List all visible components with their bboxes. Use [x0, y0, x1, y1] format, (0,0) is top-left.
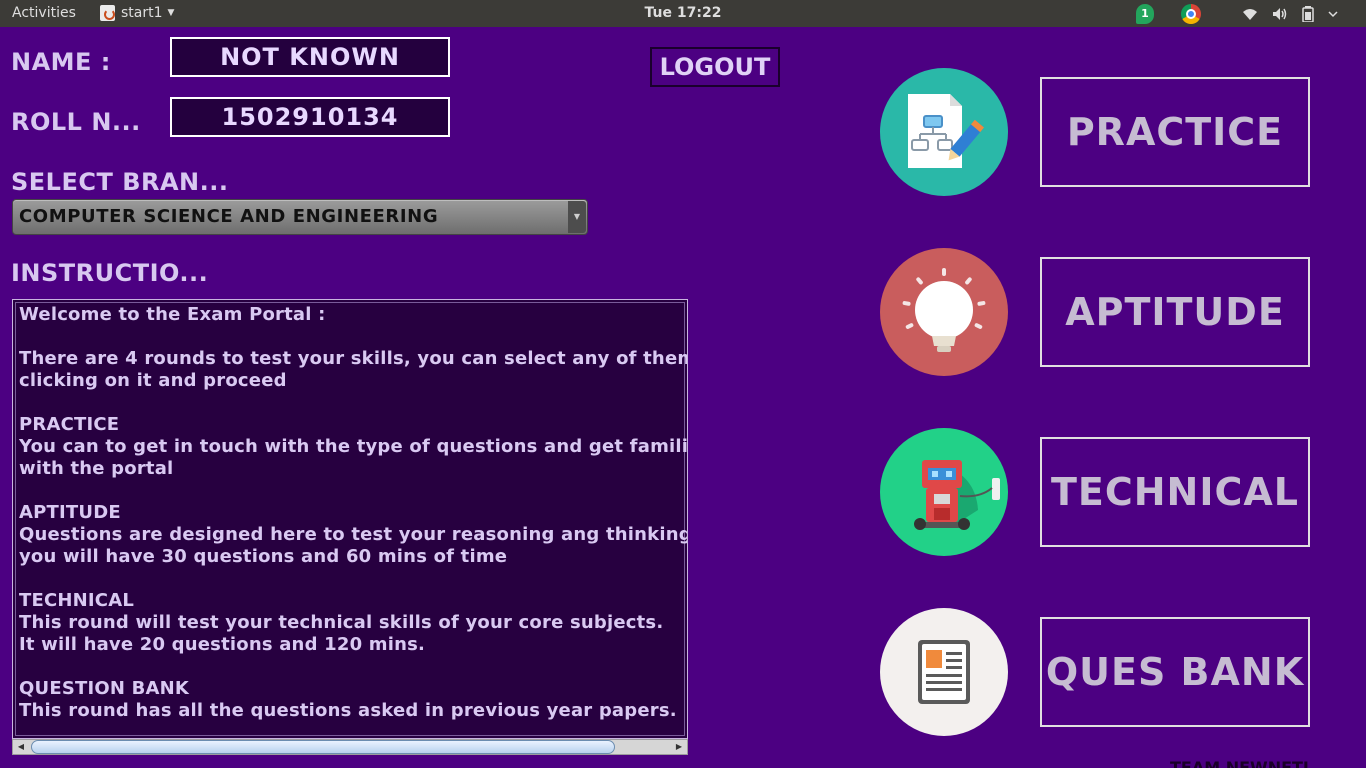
instruction-line: you will have 30 questions and 60 mins o…	[19, 546, 508, 567]
battery-icon[interactable]	[1302, 6, 1314, 22]
app-menu[interactable]: start1 ▼	[100, 3, 174, 23]
instruction-line: You can to get in touch with the type of…	[19, 436, 688, 457]
power-menu-icon[interactable]	[1328, 7, 1338, 21]
instruction-line	[19, 480, 687, 502]
chrome-icon[interactable]	[1181, 4, 1201, 24]
instruction-line	[19, 392, 687, 414]
instruction-line: with the portal	[19, 458, 174, 479]
chevron-down-icon: ▼	[568, 201, 586, 233]
instruction-line: It will have 20 questions and 120 mins.	[19, 634, 426, 655]
practice-icon[interactable]	[880, 68, 1008, 196]
system-top-bar: Activities start1 ▼ Tue 17:22 1	[0, 0, 1366, 27]
ques-bank-icon[interactable]	[880, 608, 1008, 736]
lightbulb-icon	[880, 248, 1008, 376]
app-menu-label: start1	[121, 5, 163, 21]
notification-badge[interactable]: 1	[1136, 4, 1154, 24]
instructions-label: INSTRUCTIO...	[11, 259, 209, 287]
instruction-line: Welcome to the Exam Portal :	[19, 304, 326, 325]
robot-icon	[880, 428, 1008, 556]
roll-number-field: 1502910134	[170, 97, 450, 137]
document-icon	[880, 608, 1008, 736]
branch-label: SELECT BRAN...	[11, 168, 229, 196]
instruction-line: QUESTION BANK	[19, 678, 190, 699]
name-label: NAME :	[11, 48, 111, 76]
practice-button[interactable]: PRACTICE	[1040, 77, 1310, 187]
technical-icon[interactable]	[880, 428, 1008, 556]
name-field: NOT KNOWN	[170, 37, 450, 77]
instructions-text: Welcome to the Exam Portal : There are 4…	[19, 304, 688, 722]
aptitude-icon[interactable]	[880, 248, 1008, 376]
team-credit: TEAM NEWNETI	[1170, 758, 1309, 768]
system-tray: 1	[1136, 3, 1338, 25]
instruction-line: TECHNICAL	[19, 590, 135, 611]
technical-button[interactable]: TECHNICAL	[1040, 437, 1310, 547]
scroll-left-arrow-icon[interactable]: ◀	[13, 740, 29, 754]
instructions-horizontal-scrollbar[interactable]: ◀ ▶	[12, 739, 688, 755]
instruction-line	[19, 568, 687, 590]
wifi-icon[interactable]	[1242, 7, 1258, 21]
ques-bank-button[interactable]: QUES BANK	[1040, 617, 1310, 727]
branch-select-value: COMPUTER SCIENCE AND ENGINEERING	[19, 206, 439, 227]
instruction-line: clicking on it and proceed	[19, 370, 287, 391]
chevron-down-icon: ▼	[167, 8, 175, 18]
instructions-panel[interactable]: Welcome to the Exam Portal : There are 4…	[12, 299, 688, 739]
instruction-line: This round will test your technical skil…	[19, 612, 664, 633]
diagram-pencil-icon	[880, 68, 1008, 196]
app-java-icon	[100, 5, 115, 21]
roll-number-label: ROLL N...	[11, 108, 141, 136]
instruction-line: APTITUDE	[19, 502, 121, 523]
activities-button[interactable]: Activities	[12, 5, 76, 21]
clock[interactable]: Tue 17:22	[645, 5, 722, 21]
instruction-line	[19, 656, 687, 678]
volume-icon[interactable]	[1272, 7, 1288, 21]
instruction-line: Questions are designed here to test your…	[19, 524, 688, 545]
instruction-line	[19, 326, 687, 348]
logout-button[interactable]: LOGOUT	[650, 47, 780, 87]
instruction-line: PRACTICE	[19, 414, 120, 435]
instruction-line: There are 4 rounds to test your skills, …	[19, 348, 688, 369]
scroll-right-arrow-icon[interactable]: ▶	[671, 740, 687, 754]
scrollbar-thumb[interactable]	[31, 740, 615, 754]
instruction-line: This round has all the questions asked i…	[19, 700, 677, 721]
aptitude-button[interactable]: APTITUDE	[1040, 257, 1310, 367]
branch-select[interactable]: COMPUTER SCIENCE AND ENGINEERING ▼	[12, 199, 588, 235]
